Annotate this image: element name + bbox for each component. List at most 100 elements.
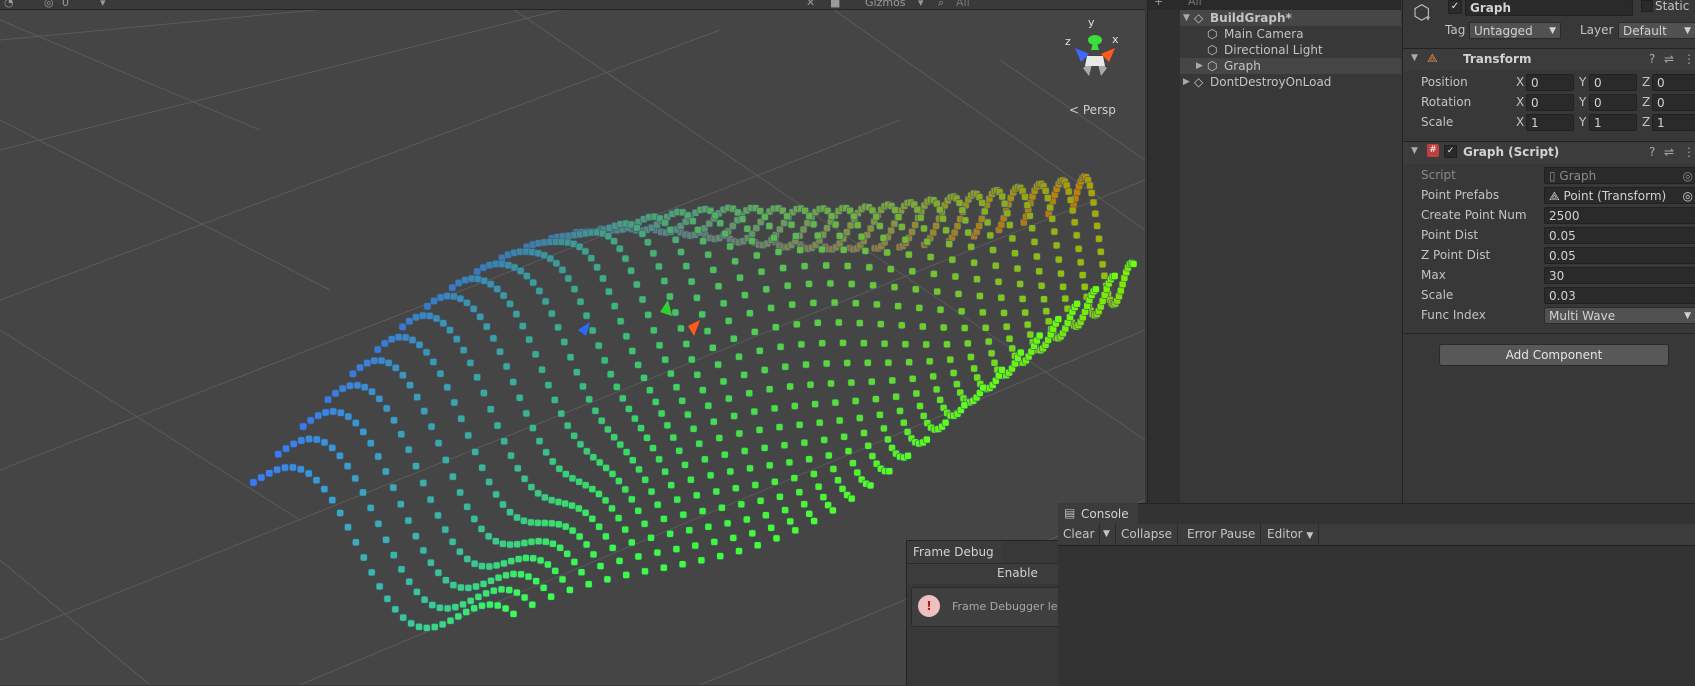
graph-point — [1044, 317, 1053, 326]
camera-icon[interactable]: ■ — [830, 0, 840, 9]
scale-field[interactable]: 0.03 — [1544, 287, 1695, 304]
rotation-z-field[interactable]: 0 — [1652, 94, 1695, 111]
help-icon[interactable]: ? — [1649, 145, 1655, 159]
chevron-down-icon: ▼ — [1684, 26, 1691, 36]
object-name-field[interactable]: Graph — [1465, 0, 1633, 16]
graph-point — [724, 317, 733, 325]
help-icon[interactable]: ? — [1649, 52, 1655, 66]
graph-point — [799, 225, 808, 234]
more-options-icon[interactable]: ⋮ — [1683, 145, 1695, 159]
graph-point — [776, 342, 785, 351]
graph-point — [810, 517, 818, 525]
graph-point — [730, 412, 738, 420]
graph-point — [463, 502, 472, 511]
graph-point — [457, 414, 466, 423]
rotation-x-field[interactable]: 0 — [1526, 94, 1574, 111]
editor-dropdown[interactable]: Editor ▼ — [1262, 524, 1320, 545]
graph-point — [792, 320, 801, 329]
expand-arrow-icon[interactable]: ▶ — [1183, 74, 1190, 90]
graph-point — [599, 274, 607, 283]
graph-point — [579, 382, 587, 391]
hierarchy-add-icon[interactable]: + — [1154, 0, 1163, 8]
layer-dropdown[interactable]: Default ▼ — [1618, 22, 1695, 39]
graph-point — [1018, 295, 1027, 303]
more-options-icon[interactable]: ⋮ — [1683, 52, 1695, 66]
scene-search-input[interactable]: All — [956, 0, 970, 9]
graph-point — [446, 616, 455, 625]
active-checkbox[interactable]: ✓ — [1448, 0, 1462, 14]
graph-point — [1040, 295, 1048, 304]
graph-point — [482, 589, 490, 598]
hierarchy-item-graph[interactable]: ▶ ⬡ Graph — [1180, 58, 1401, 74]
graph-point — [527, 537, 536, 546]
tools-icon[interactable]: ✕ — [806, 0, 815, 9]
error-pause-button[interactable]: Error Pause — [1182, 524, 1262, 545]
clear-button[interactable]: Clear — [1058, 524, 1101, 545]
preset-icon[interactable]: ⇌ — [1664, 52, 1674, 66]
tag-dropdown[interactable]: Untagged ▼ — [1469, 22, 1561, 39]
graph-point — [566, 353, 575, 362]
graph-point — [866, 481, 875, 490]
hierarchy-item-buildgraph[interactable]: ▼ ◇ BuildGraph* ⋮ — [1180, 10, 1427, 26]
hierarchy-item-directional-light[interactable]: ⬡ Directional Light — [1180, 42, 1401, 58]
object-picker-icon[interactable]: ◎ — [1683, 168, 1693, 183]
collapse-button[interactable]: Collapse — [1116, 524, 1178, 545]
graph-point — [1078, 271, 1087, 279]
scale-z-field[interactable]: 1 — [1652, 114, 1695, 131]
foldout-arrow-icon[interactable]: ▼ — [1411, 53, 1418, 63]
object-picker-icon[interactable]: ◎ — [1683, 188, 1693, 203]
clear-options-dropdown-icon[interactable]: ▼ — [1098, 524, 1116, 545]
expand-arrow-icon[interactable]: ▼ — [1183, 10, 1190, 26]
gizmos-dropdown-icon[interactable]: ▾ — [918, 0, 924, 9]
tab-frame-debug[interactable]: Frame Debug — [907, 541, 1002, 563]
graph-point — [731, 257, 739, 266]
graph-point — [434, 511, 442, 520]
graph-point — [594, 341, 603, 350]
graph-point — [459, 600, 467, 609]
preset-icon[interactable]: ⇌ — [1664, 145, 1674, 159]
scale-y-field[interactable]: 1 — [1589, 114, 1637, 131]
expand-arrow-icon[interactable]: ▶ — [1196, 58, 1203, 74]
graph-point — [554, 498, 563, 506]
gizmos-button[interactable]: Gizmos — [865, 0, 906, 9]
scale-x-field[interactable]: 1 — [1526, 114, 1574, 131]
hierarchy-item-main-camera[interactable]: ⬡ Main Camera — [1180, 26, 1401, 42]
enable-button[interactable]: Enable — [997, 566, 1038, 580]
graph-script-component-header[interactable]: ▼ # ✓ Graph (Script) ? ⇌ ⋮ — [1403, 141, 1695, 164]
position-y-field[interactable]: 0 — [1589, 74, 1637, 91]
scene-visibility-icon[interactable]: ◎ — [44, 0, 54, 9]
graph-point — [312, 435, 321, 444]
graph-script-title: Graph (Script) — [1463, 145, 1560, 159]
transform-title: Transform — [1463, 52, 1532, 66]
func-index-field[interactable]: Multi Wave ▼ — [1544, 307, 1695, 324]
graph-point — [1097, 248, 1105, 256]
hierarchy-item-dontdestroyonload[interactable]: ▶ ◇ DontDestroyOnLoad ⋮ — [1180, 74, 1427, 90]
view-options-icon[interactable]: ◔ — [4, 0, 14, 9]
warning-icon: ! — [918, 595, 940, 617]
static-checkbox[interactable] — [1641, 0, 1653, 12]
z-point-dist-field[interactable]: 0.05 — [1544, 247, 1695, 264]
point-dist-field[interactable]: 0.05 — [1544, 227, 1695, 244]
transform-component-header[interactable]: ▼ ⟁ Transform ? ⇌ ⋮ — [1403, 48, 1695, 71]
orientation-gizmo[interactable] — [1073, 35, 1117, 80]
rotation-y-field[interactable]: 0 — [1589, 94, 1637, 111]
foldout-arrow-icon[interactable]: ▼ — [1411, 146, 1418, 156]
tab-console[interactable]: ▤ Console — [1058, 503, 1138, 525]
max-field[interactable]: 30 — [1544, 267, 1695, 284]
create-point-num-field[interactable]: 2500 — [1544, 207, 1695, 224]
console-toolbar: Clear ▼ Collapse Error Pause Editor ▼ — [1058, 524, 1695, 546]
graph-point — [681, 461, 689, 469]
persp-toggle[interactable]: < Persp — [1069, 103, 1116, 117]
hierarchy-search-input[interactable]: All — [1188, 0, 1202, 8]
point-prefabs-field[interactable]: ⟁ Point (Transform) ◎ — [1544, 187, 1695, 204]
component-enabled-checkbox[interactable]: ✓ — [1444, 145, 1457, 158]
position-x-field[interactable]: 0 — [1526, 74, 1574, 91]
graph-point — [622, 571, 631, 579]
graph-point — [502, 362, 511, 371]
graph-point — [788, 300, 797, 309]
dropdown-arrow-icon[interactable]: ▾ — [100, 0, 106, 9]
icon-dropdown-icon[interactable]: ▾ — [1426, 14, 1430, 23]
position-z-field[interactable]: 0 — [1652, 74, 1695, 91]
graph-point — [466, 359, 475, 367]
add-component-button[interactable]: Add Component — [1439, 344, 1669, 366]
